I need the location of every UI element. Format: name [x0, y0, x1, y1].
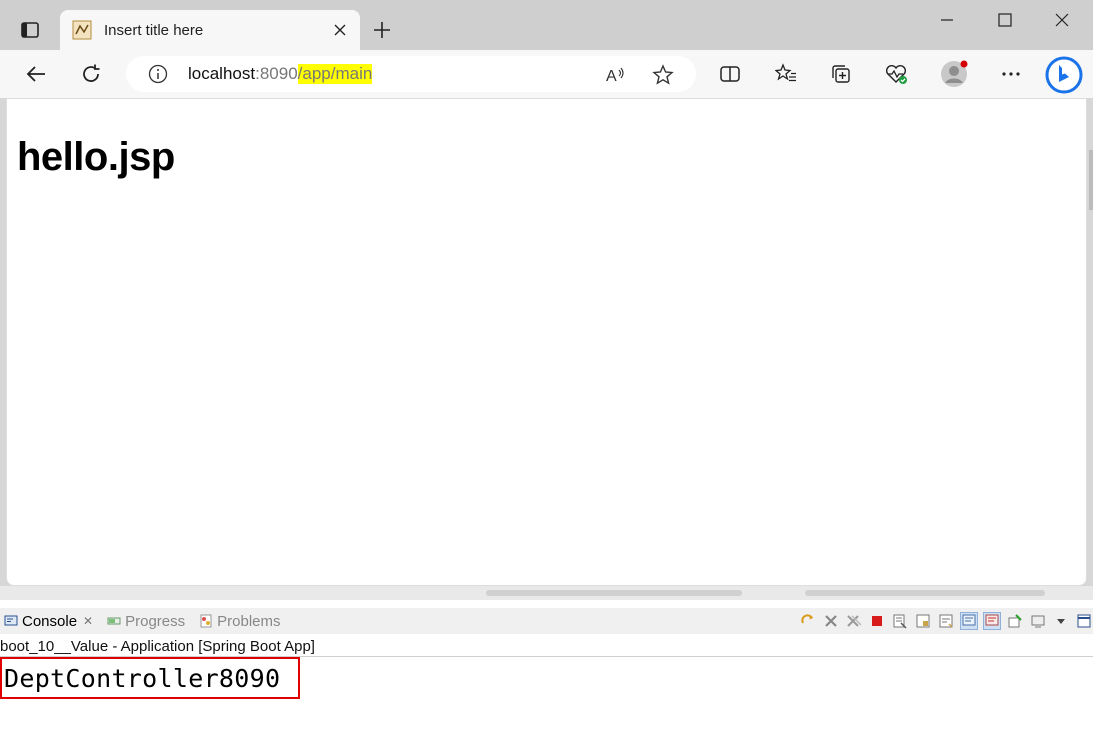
site-info-icon[interactable]: [148, 64, 168, 84]
pin-console-icon[interactable]: [1006, 612, 1024, 630]
new-tab-icon[interactable]: [372, 20, 392, 40]
favorite-star-icon[interactable]: [652, 64, 674, 86]
browser-essentials-icon[interactable]: [884, 62, 908, 86]
browser-toolbar: localhost:8090/app/main A: [0, 50, 1093, 98]
eclipse-view-tabs: Console ✕ Progress Problems: [0, 608, 1093, 634]
back-arrow-icon[interactable]: [24, 62, 48, 86]
page-scrollbar[interactable]: [1089, 150, 1093, 210]
divider-handle[interactable]: [486, 590, 742, 596]
minimize-icon[interactable]: [937, 10, 957, 30]
profile-avatar-icon[interactable]: [940, 60, 968, 88]
url-port: :8090: [255, 64, 298, 83]
web-page-content: hello.jsp: [6, 98, 1087, 586]
tab-label: Problems: [217, 612, 281, 630]
view-menu-icon[interactable]: [1052, 612, 1070, 630]
favorites-list-icon[interactable]: [774, 62, 798, 86]
console-output-text: DeptController8090: [4, 664, 281, 693]
console-icon: [4, 614, 18, 628]
tab-problems[interactable]: Problems: [199, 612, 281, 630]
collections-icon[interactable]: [829, 62, 853, 86]
bing-copilot-icon[interactable]: [1044, 56, 1084, 94]
more-options-icon[interactable]: [999, 62, 1023, 86]
tab-actions-icon[interactable]: [18, 18, 42, 42]
maximize-icon[interactable]: [995, 10, 1015, 30]
launch-description: boot_10__Value - Application [Spring Boo…: [0, 638, 315, 655]
word-wrap-icon[interactable]: [937, 612, 955, 630]
tab-label: Progress: [125, 612, 186, 630]
progress-icon: [107, 614, 121, 628]
minimize-view-icon[interactable]: [1075, 612, 1093, 630]
console-toolbar: [794, 608, 1093, 634]
window-close-icon[interactable]: [1052, 10, 1072, 30]
tab-progress[interactable]: Progress: [107, 613, 185, 630]
refresh-icon[interactable]: [79, 62, 103, 86]
address-bar[interactable]: localhost:8090/app/main A: [126, 56, 696, 92]
tab-title: Insert title here: [104, 21, 204, 39]
relaunch-icon[interactable]: [799, 612, 817, 630]
tab-label: Console: [22, 612, 78, 630]
clear-console-icon[interactable]: [891, 612, 909, 630]
url-path: /app/main: [297, 64, 373, 84]
tab-console[interactable]: Console ✕: [4, 613, 93, 630]
terminate-icon[interactable]: [868, 612, 886, 630]
problems-icon: [199, 614, 213, 628]
page-heading: hello.jsp: [17, 135, 175, 179]
panel-divider[interactable]: [0, 586, 1093, 600]
show-console-stderr-icon[interactable]: [983, 612, 1001, 630]
read-aloud-icon[interactable]: A: [604, 64, 626, 86]
browser-window: Insert title here localhost:8090 /app/m…: [0, 0, 1093, 600]
tab-bar: Insert title here: [0, 0, 1093, 50]
remove-launch-icon[interactable]: [822, 612, 840, 630]
eclipse-console-panel: Console ✕ Progress Problems boot_10__Val…: [0, 600, 1093, 751]
url-host: localhost: [188, 64, 256, 83]
browser-tab[interactable]: Insert title here: [60, 10, 360, 50]
tab-close-icon[interactable]: [332, 22, 348, 38]
close-console-icon[interactable]: ✕: [83, 614, 93, 628]
svg-text:A: A: [606, 68, 617, 85]
split-screen-icon[interactable]: [718, 62, 742, 86]
divider-handle[interactable]: [805, 590, 1045, 596]
display-selected-console-icon[interactable]: [1029, 612, 1047, 630]
scroll-lock-icon[interactable]: [914, 612, 932, 630]
tomcat-favicon-icon: [72, 20, 92, 40]
show-console-stdout-icon[interactable]: [960, 612, 978, 630]
remove-all-launches-icon[interactable]: [845, 612, 863, 630]
console-output-highlight: DeptController8090: [0, 657, 300, 699]
